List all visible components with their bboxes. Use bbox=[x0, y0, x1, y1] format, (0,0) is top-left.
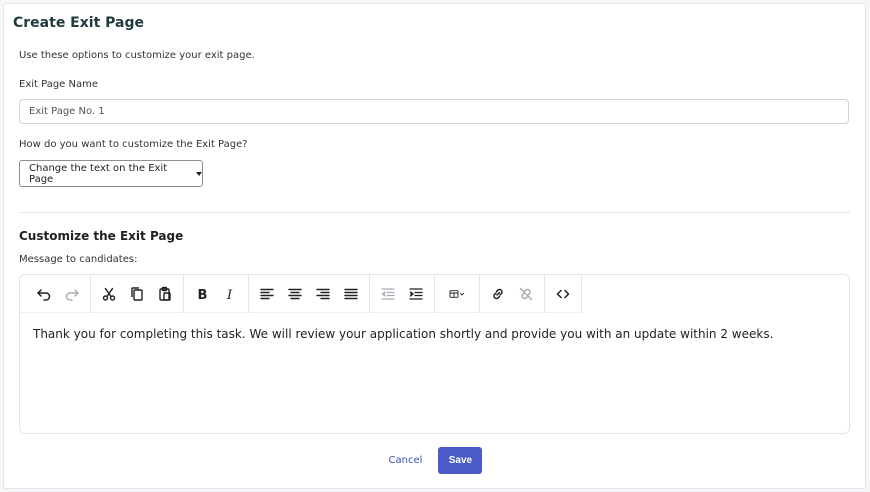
caret-down-icon bbox=[196, 171, 202, 176]
indent-icon[interactable] bbox=[402, 280, 430, 308]
cut-icon[interactable] bbox=[95, 280, 123, 308]
bold-icon[interactable]: B bbox=[188, 280, 216, 308]
link-icon[interactable] bbox=[484, 280, 512, 308]
toolbar-group-table bbox=[435, 274, 480, 313]
form-actions: Cancel Save bbox=[4, 447, 867, 474]
align-center-icon[interactable] bbox=[281, 280, 309, 308]
exit-page-name-input[interactable] bbox=[19, 99, 849, 124]
undo-icon[interactable] bbox=[30, 280, 58, 308]
exit-page-name-label: Exit Page Name bbox=[19, 79, 99, 90]
customize-dropdown-value: Change the text on the Exit Page bbox=[29, 162, 168, 185]
table-icon[interactable] bbox=[439, 280, 475, 308]
copy-icon[interactable] bbox=[123, 280, 151, 308]
page-description: Use these options to customize your exit… bbox=[19, 50, 255, 61]
toolbar-group-format: B I bbox=[184, 274, 249, 313]
redo-icon[interactable] bbox=[58, 280, 86, 308]
toolbar-group-align bbox=[249, 274, 370, 313]
toolbar-group-clipboard bbox=[91, 274, 184, 313]
svg-text:I: I bbox=[226, 288, 233, 302]
unlink-icon[interactable] bbox=[512, 280, 540, 308]
toolbar-group-code bbox=[545, 274, 582, 313]
editor-content[interactable]: Thank you for completing this task. We w… bbox=[33, 327, 773, 341]
source-code-icon[interactable] bbox=[549, 280, 577, 308]
align-right-icon[interactable] bbox=[309, 280, 337, 308]
paste-icon[interactable] bbox=[151, 280, 179, 308]
italic-icon[interactable]: I bbox=[216, 280, 244, 308]
svg-text:B: B bbox=[198, 288, 208, 302]
page-title: Create Exit Page bbox=[13, 15, 144, 31]
align-left-icon[interactable] bbox=[253, 280, 281, 308]
toolbar-group-history bbox=[26, 274, 91, 313]
toolbar-group-links bbox=[480, 274, 545, 313]
section-divider bbox=[19, 212, 850, 213]
editor-toolbar: B I bbox=[20, 274, 582, 313]
customize-section-title: Customize the Exit Page bbox=[19, 229, 184, 243]
toolbar-group-indent bbox=[370, 274, 435, 313]
outdent-icon[interactable] bbox=[374, 280, 402, 308]
message-label: Message to candidates: bbox=[19, 254, 138, 265]
create-exit-page-card: Create Exit Page Use these options to cu… bbox=[3, 3, 866, 489]
save-button[interactable]: Save bbox=[438, 447, 483, 474]
rich-text-editor[interactable]: B I Thank you for completing this task. … bbox=[19, 274, 850, 434]
customize-select-label: How do you want to customize the Exit Pa… bbox=[19, 139, 248, 150]
align-justify-icon[interactable] bbox=[337, 280, 365, 308]
cancel-button[interactable]: Cancel bbox=[389, 455, 423, 466]
customize-dropdown[interactable]: Change the text on the Exit Page bbox=[19, 160, 203, 187]
